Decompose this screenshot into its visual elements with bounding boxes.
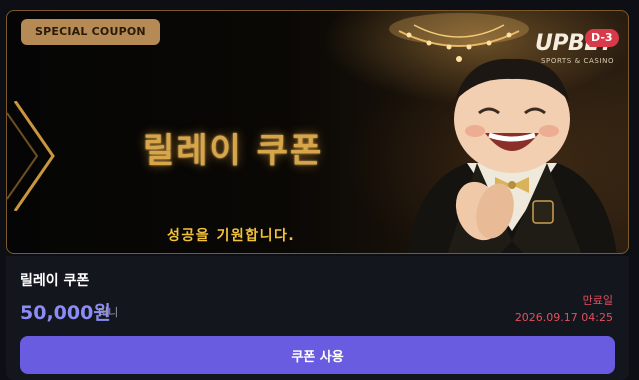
chevron-right-icon [7, 101, 55, 211]
coupon-info: 릴레이 쿠폰 50,000원 머니 만료일 2026.09.17 04:25 쿠… [6, 256, 629, 380]
coupon-card: SPECIAL COUPON 릴레이 쿠폰 성공을 기원합니다. UPBET S… [0, 0, 639, 380]
special-coupon-badge: SPECIAL COUPON [21, 19, 160, 45]
use-coupon-button[interactable]: 쿠폰 사용 [20, 336, 615, 374]
expiry-date: 2026.09.17 04:25 [514, 311, 613, 324]
banner-title: 릴레이 쿠폰 [143, 131, 324, 171]
expiry-label: 만료일 [582, 294, 613, 307]
coupon-unit: 머니 [98, 306, 119, 319]
logo-subtext: SPORTS & CASINO [541, 57, 615, 65]
coupon-name: 릴레이 쿠폰 [20, 273, 90, 289]
banner-subtitle: 성공을 기원합니다. [167, 228, 296, 244]
mascot-image [407, 58, 617, 253]
coupon-banner: SPECIAL COUPON 릴레이 쿠폰 성공을 기원합니다. UPBET S… [6, 10, 629, 254]
dday-badge: D-3 [585, 29, 619, 47]
